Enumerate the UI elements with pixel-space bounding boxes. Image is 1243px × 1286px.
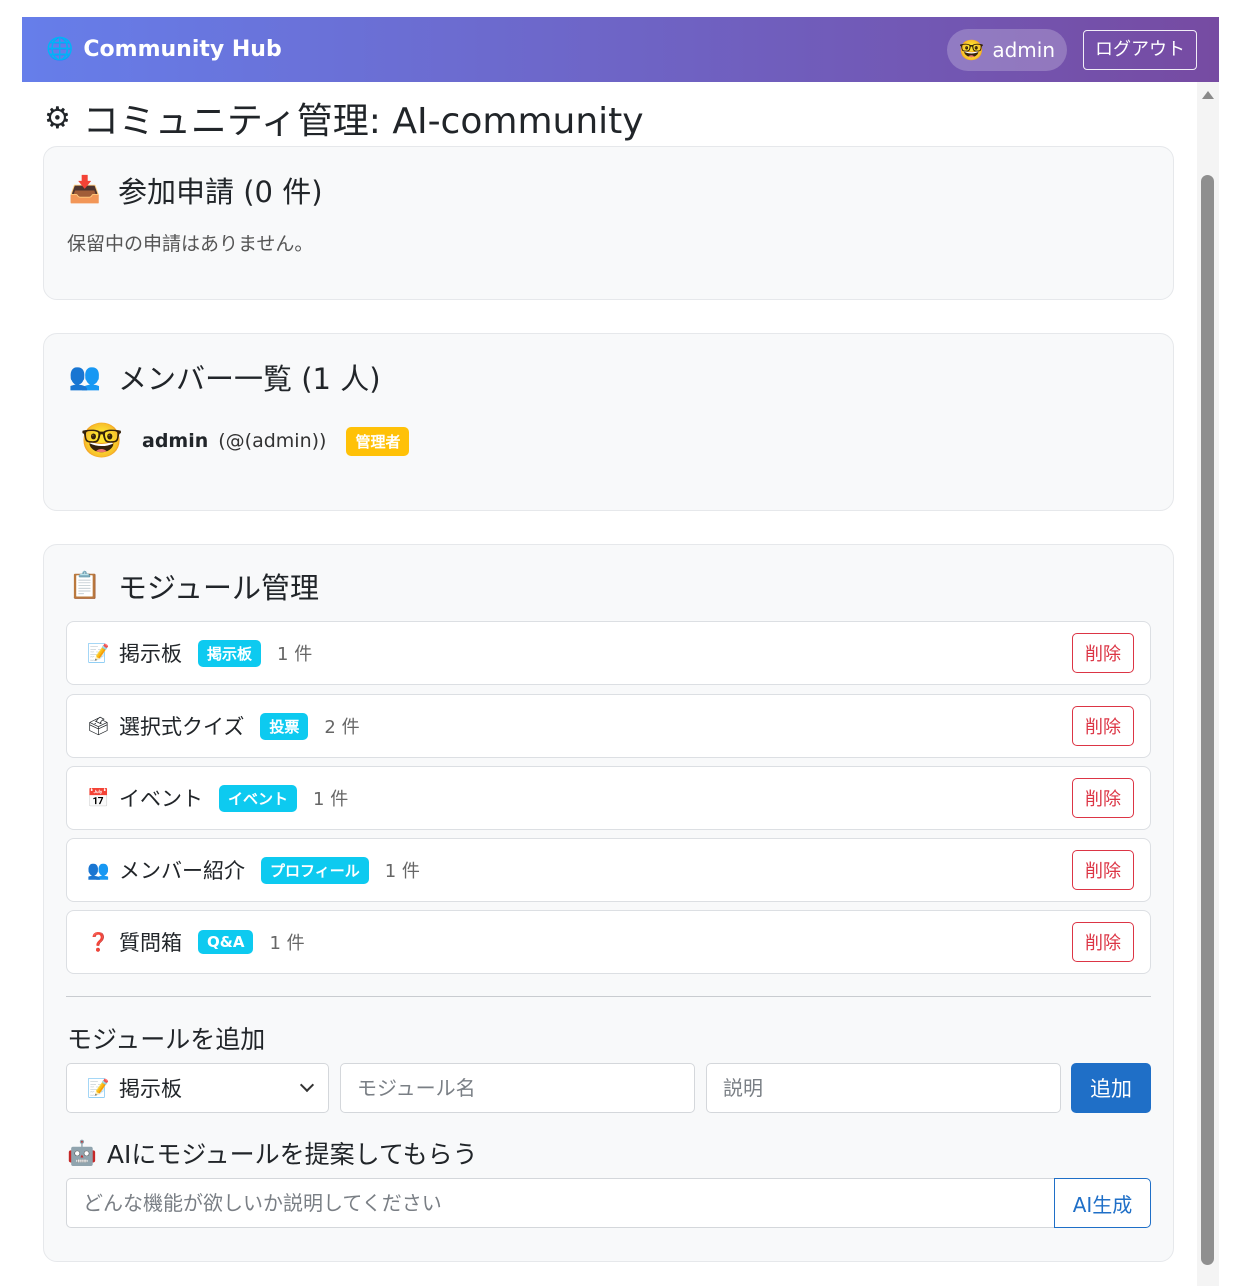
members-title-text: メンバー一覧 (1 人) <box>118 362 381 396</box>
scroll-up-arrow-icon[interactable] <box>1202 91 1214 99</box>
delete-module-button[interactable]: 削除 <box>1072 922 1134 962</box>
brand-name: Community Hub <box>83 37 282 62</box>
delete-module-button[interactable]: 削除 <box>1072 706 1134 746</box>
module-name: 掲示板 <box>119 642 182 666</box>
inbox-tray-icon: 📥 <box>68 175 102 205</box>
member-name: admin <box>142 430 209 452</box>
module-row: 📅 イベント イベント 1 件 削除 <box>66 766 1151 830</box>
module-name-input[interactable] <box>340 1063 695 1113</box>
memo-icon: 📝 <box>87 1077 110 1099</box>
ai-generate-button[interactable]: AI生成 <box>1054 1178 1151 1228</box>
module-type-badge: 投票 <box>260 712 309 740</box>
scrollbar-thumb[interactable] <box>1201 175 1214 1265</box>
modules-card: 📋 モジュール管理 📝 掲示板 掲示板 1 件 削除 🗳 選択式クイズ 投票 2… <box>43 544 1174 1262</box>
members-card: 👥 メンバー一覧 (1 人) 🤓 admin (@(admin)) 管理者 <box>43 333 1174 511</box>
main-content: ⚙ コミュニティ管理: AI-community 📥 参加申請 (0 件) 保留… <box>22 82 1197 1286</box>
user-name: admin <box>992 37 1055 62</box>
people-icon: 👥 <box>87 859 110 881</box>
join-requests-card: 📥 参加申請 (0 件) 保留中の申請はありません。 <box>43 146 1174 300</box>
module-description-input[interactable] <box>706 1063 1061 1113</box>
page-title: ⚙ コミュニティ管理: AI-community <box>44 92 644 144</box>
member-role-badge: 管理者 <box>346 426 410 456</box>
vertical-scrollbar[interactable] <box>1197 82 1219 1286</box>
ai-suggest-group: AI生成 <box>66 1178 1151 1228</box>
module-name: メンバー紹介 <box>119 859 245 883</box>
module-count: 1 件 <box>277 644 313 665</box>
delete-module-button[interactable]: 削除 <box>1072 778 1134 818</box>
ai-suggest-title: 🤖 AIにモジュールを提案してもらう <box>67 1135 478 1171</box>
module-type-badge: Q&A <box>198 930 254 954</box>
top-navbar: 🌐 Community Hub 🤓 admin ログアウト <box>22 17 1219 82</box>
delete-module-button[interactable]: 削除 <box>1072 633 1134 673</box>
join-requests-title-text: 参加申請 (0 件) <box>118 175 323 209</box>
memo-icon: 📝 <box>87 642 110 664</box>
module-type-selected: 掲示板 <box>119 1077 182 1101</box>
delete-module-button[interactable]: 削除 <box>1072 850 1134 890</box>
add-module-button[interactable]: 追加 <box>1071 1063 1151 1113</box>
member-item: 🤓 admin (@(admin)) 管理者 <box>80 421 410 461</box>
module-type-select[interactable]: 📝 掲示板 <box>66 1063 329 1113</box>
ballot-box-icon: 🗳 <box>87 715 110 737</box>
module-type-badge: イベント <box>219 784 298 812</box>
user-menu[interactable]: 🤓 admin <box>947 28 1067 71</box>
member-handle: (@(admin)) <box>218 430 327 452</box>
no-requests-text: 保留中の申請はありません。 <box>67 233 314 255</box>
module-name: 質問箱 <box>119 931 182 955</box>
brand-link[interactable]: 🌐 Community Hub <box>46 37 282 62</box>
nerd-face-avatar-icon: 🤓 <box>80 421 124 461</box>
robot-icon: 🤖 <box>67 1139 97 1167</box>
module-type-badge: 掲示板 <box>198 639 262 667</box>
add-module-title: モジュールを追加 <box>67 1025 266 1054</box>
module-count: 2 件 <box>324 717 360 738</box>
gear-icon: ⚙ <box>44 100 71 136</box>
ai-suggest-title-text: AIにモジュールを提案してもらう <box>106 1140 478 1169</box>
page-title-text: コミュニティ管理: AI-community <box>82 101 644 142</box>
module-name: イベント <box>119 787 203 811</box>
module-row: 🗳 選択式クイズ 投票 2 件 削除 <box>66 694 1151 758</box>
people-icon: 👥 <box>68 362 102 392</box>
clipboard-icon: 📋 <box>68 571 102 601</box>
module-count: 1 件 <box>313 789 349 810</box>
module-count: 1 件 <box>384 861 420 882</box>
question-icon: ❓ <box>87 931 110 953</box>
module-row: 👥 メンバー紹介 プロフィール 1 件 削除 <box>66 838 1151 902</box>
section-divider <box>66 996 1151 997</box>
nav-right: 🤓 admin ログアウト <box>947 28 1197 71</box>
logout-button[interactable]: ログアウト <box>1083 29 1197 70</box>
nerd-face-avatar-icon: 🤓 <box>959 37 985 62</box>
module-row: 📝 掲示板 掲示板 1 件 削除 <box>66 621 1151 685</box>
module-type-badge: プロフィール <box>261 856 369 884</box>
module-row: ❓ 質問箱 Q&A 1 件 削除 <box>66 910 1151 974</box>
modules-title: 📋 モジュール管理 <box>68 565 319 607</box>
modules-title-text: モジュール管理 <box>118 571 319 605</box>
globe-icon: 🌐 <box>46 37 74 62</box>
module-name: 選択式クイズ <box>119 715 245 739</box>
calendar-icon: 📅 <box>87 787 110 809</box>
module-count: 1 件 <box>269 933 305 954</box>
chevron-down-icon <box>299 1077 315 1093</box>
ai-request-input[interactable] <box>66 1178 1054 1228</box>
members-title: 👥 メンバー一覧 (1 人) <box>68 356 381 398</box>
join-requests-title: 📥 参加申請 (0 件) <box>68 169 323 211</box>
